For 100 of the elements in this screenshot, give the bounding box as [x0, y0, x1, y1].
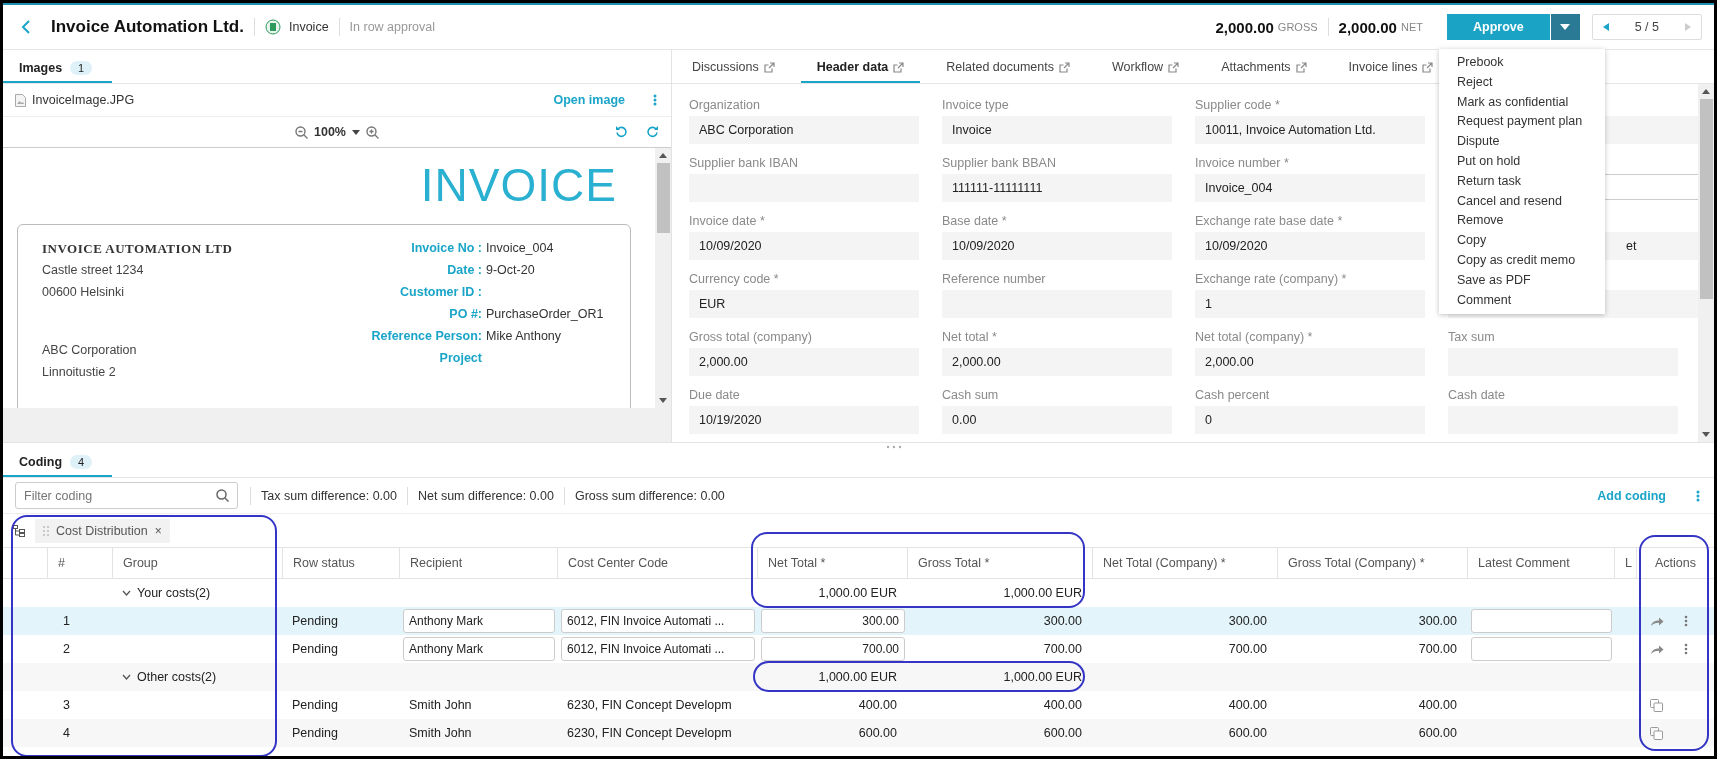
recipient: Smith John: [409, 726, 472, 740]
group-net-total: 1,000.00 EUR: [818, 586, 897, 600]
external-link-icon[interactable]: [1058, 61, 1070, 73]
field-label: Cash percent: [1195, 388, 1270, 402]
field-value: Invoice: [942, 116, 1172, 144]
menu-item[interactable]: Request payment plan: [1439, 112, 1605, 133]
rotate-right-icon[interactable]: [646, 125, 659, 138]
previous-icon[interactable]: [1602, 23, 1609, 31]
net-total-field[interactable]: 700.00: [761, 637, 905, 661]
column-header[interactable]: L: [1625, 556, 1632, 570]
field-label: Gross total (company): [689, 330, 812, 344]
field-value: 10/09/2020: [942, 232, 1172, 260]
more-icon[interactable]: [1684, 615, 1688, 627]
image-file-icon: [15, 93, 26, 107]
more-icon[interactable]: [653, 94, 657, 106]
net-total-company: 300.00: [1228, 614, 1267, 628]
drag-handle-icon[interactable]: [43, 525, 49, 536]
field-value: 10/09/2020: [1195, 232, 1425, 260]
search-icon[interactable]: [216, 489, 229, 502]
column-header[interactable]: Gross Total (Company) *: [1288, 556, 1425, 570]
cost-center-field[interactable]: 6012, FIN Invoice Automati ...: [561, 609, 755, 633]
copy-icon[interactable]: [1650, 698, 1663, 712]
recipient-field[interactable]: Anthony Mark: [403, 609, 555, 633]
caret-icon[interactable]: [1560, 24, 1571, 30]
column-header[interactable]: Actions: [1655, 556, 1696, 570]
chevron-icon[interactable]: [122, 674, 131, 680]
back-icon[interactable]: [21, 19, 31, 35]
column-header[interactable]: Group: [123, 556, 158, 570]
detail-tab[interactable]: Discussions: [676, 60, 791, 83]
detail-tab[interactable]: Related documents: [930, 60, 1086, 83]
coding-tab[interactable]: Coding 4: [3, 455, 113, 477]
chevron-icon[interactable]: [122, 590, 131, 596]
net-total-field[interactable]: 300.00: [761, 609, 905, 633]
column-header[interactable]: Gross Total *: [918, 556, 990, 570]
coding-row[interactable]: 2 Pending Anthony Mark 6012, FIN Invoice Automati ... 700.00 700.00 700.00 700.00: [3, 635, 1714, 663]
detail-tab[interactable]: Attachments: [1205, 60, 1323, 83]
field-label: Base date *: [942, 214, 1007, 228]
file-name: InvoiceImage.JPG: [32, 93, 135, 107]
external-link-icon[interactable]: [1422, 61, 1434, 73]
zoom-level[interactable]: 100%: [314, 125, 346, 139]
column-header[interactable]: Latest Comment: [1478, 556, 1570, 570]
invoice-field-value: PurchaseOrder_OR1: [486, 307, 604, 321]
row-status: Pending: [292, 614, 338, 628]
external-link-icon[interactable]: [1295, 61, 1307, 73]
sum-difference: Gross sum difference: 0.00: [574, 488, 725, 503]
field-value: 10/09/2020: [689, 232, 919, 260]
more-icon[interactable]: [1696, 489, 1700, 502]
group-chip[interactable]: Cost Distribution ×: [35, 518, 170, 543]
comment-field[interactable]: [1471, 637, 1612, 661]
group-net-total: 1,000.00 EUR: [818, 670, 897, 684]
external-link-icon[interactable]: [893, 61, 905, 73]
scrollbar[interactable]: [655, 148, 671, 408]
column-header[interactable]: Net Total *: [768, 556, 826, 570]
rotate-left-icon[interactable]: [615, 125, 628, 138]
menu-item[interactable]: Cancel and resend: [1439, 191, 1605, 212]
scrollbar[interactable]: [1698, 84, 1714, 442]
detail-tab[interactable]: Header data: [800, 60, 921, 83]
menu-item[interactable]: Mark as confidential: [1439, 92, 1605, 113]
column-header[interactable]: Recipient: [410, 556, 463, 570]
zoom-in-icon[interactable]: [366, 125, 379, 139]
menu-item[interactable]: Remove: [1439, 211, 1605, 232]
menu-item[interactable]: Return task: [1439, 171, 1605, 192]
coding-row[interactable]: 1 Pending Anthony Mark 6012, FIN Invoice Automati ... 300.00 300.00 300.00 300.00: [3, 607, 1714, 635]
column-header[interactable]: Row status: [293, 556, 355, 570]
recipient-field[interactable]: Anthony Mark: [403, 637, 555, 661]
forward-icon[interactable]: [1650, 643, 1664, 655]
comment-field[interactable]: [1471, 609, 1612, 633]
external-link-icon[interactable]: [1168, 61, 1180, 73]
menu-item[interactable]: Put on hold: [1439, 152, 1605, 172]
images-tab[interactable]: Images 1: [3, 61, 113, 83]
resize-handle-icon[interactable]: [885, 445, 902, 449]
column-header[interactable]: #: [58, 556, 65, 570]
cost-center-field[interactable]: 6012, FIN Invoice Automati ...: [561, 637, 755, 661]
more-icon[interactable]: [1684, 643, 1688, 655]
zoom-out-icon[interactable]: [295, 125, 308, 139]
gross-total: 600.00: [1043, 726, 1082, 740]
caret-icon[interactable]: [352, 129, 360, 135]
coding-row[interactable]: 4 Pending Smith John 6230, FIN Concept Developm 600.00 600.00 600.00 600.00: [3, 719, 1714, 747]
forward-icon[interactable]: [1650, 615, 1664, 627]
coding-row[interactable]: 3 Pending Smith John 6230, FIN Concept Developm 400.00 400.00 400.00 400.00: [3, 691, 1714, 719]
invoice-field-label: Reference Person:: [370, 329, 482, 345]
menu-item[interactable]: Comment: [1439, 290, 1605, 311]
approve-menu-button[interactable]: [1549, 14, 1580, 40]
field-value: ABC Corporation: [689, 116, 919, 144]
field-value: EUR: [689, 290, 919, 318]
row-status: Pending: [292, 642, 338, 656]
gross-label: GROSS: [1277, 21, 1318, 33]
invoice-field-label: Date :: [446, 263, 482, 279]
column-header[interactable]: Cost Center Code: [568, 556, 669, 570]
field-label: Net total *: [942, 330, 997, 344]
grouping-icon[interactable]: [13, 524, 25, 537]
detail-tab[interactable]: Workflow: [1095, 60, 1196, 83]
copy-icon[interactable]: [1650, 726, 1663, 740]
filter-field[interactable]: Filter coding: [15, 482, 238, 509]
row-status: Pending: [292, 698, 338, 712]
menu-item[interactable]: Save as PDF: [1439, 270, 1605, 291]
external-link-icon[interactable]: [763, 61, 775, 73]
column-header[interactable]: Net Total (Company) *: [1103, 556, 1226, 570]
menu-item[interactable]: Dispute: [1439, 132, 1605, 152]
field-label: Currency code *: [689, 272, 779, 286]
